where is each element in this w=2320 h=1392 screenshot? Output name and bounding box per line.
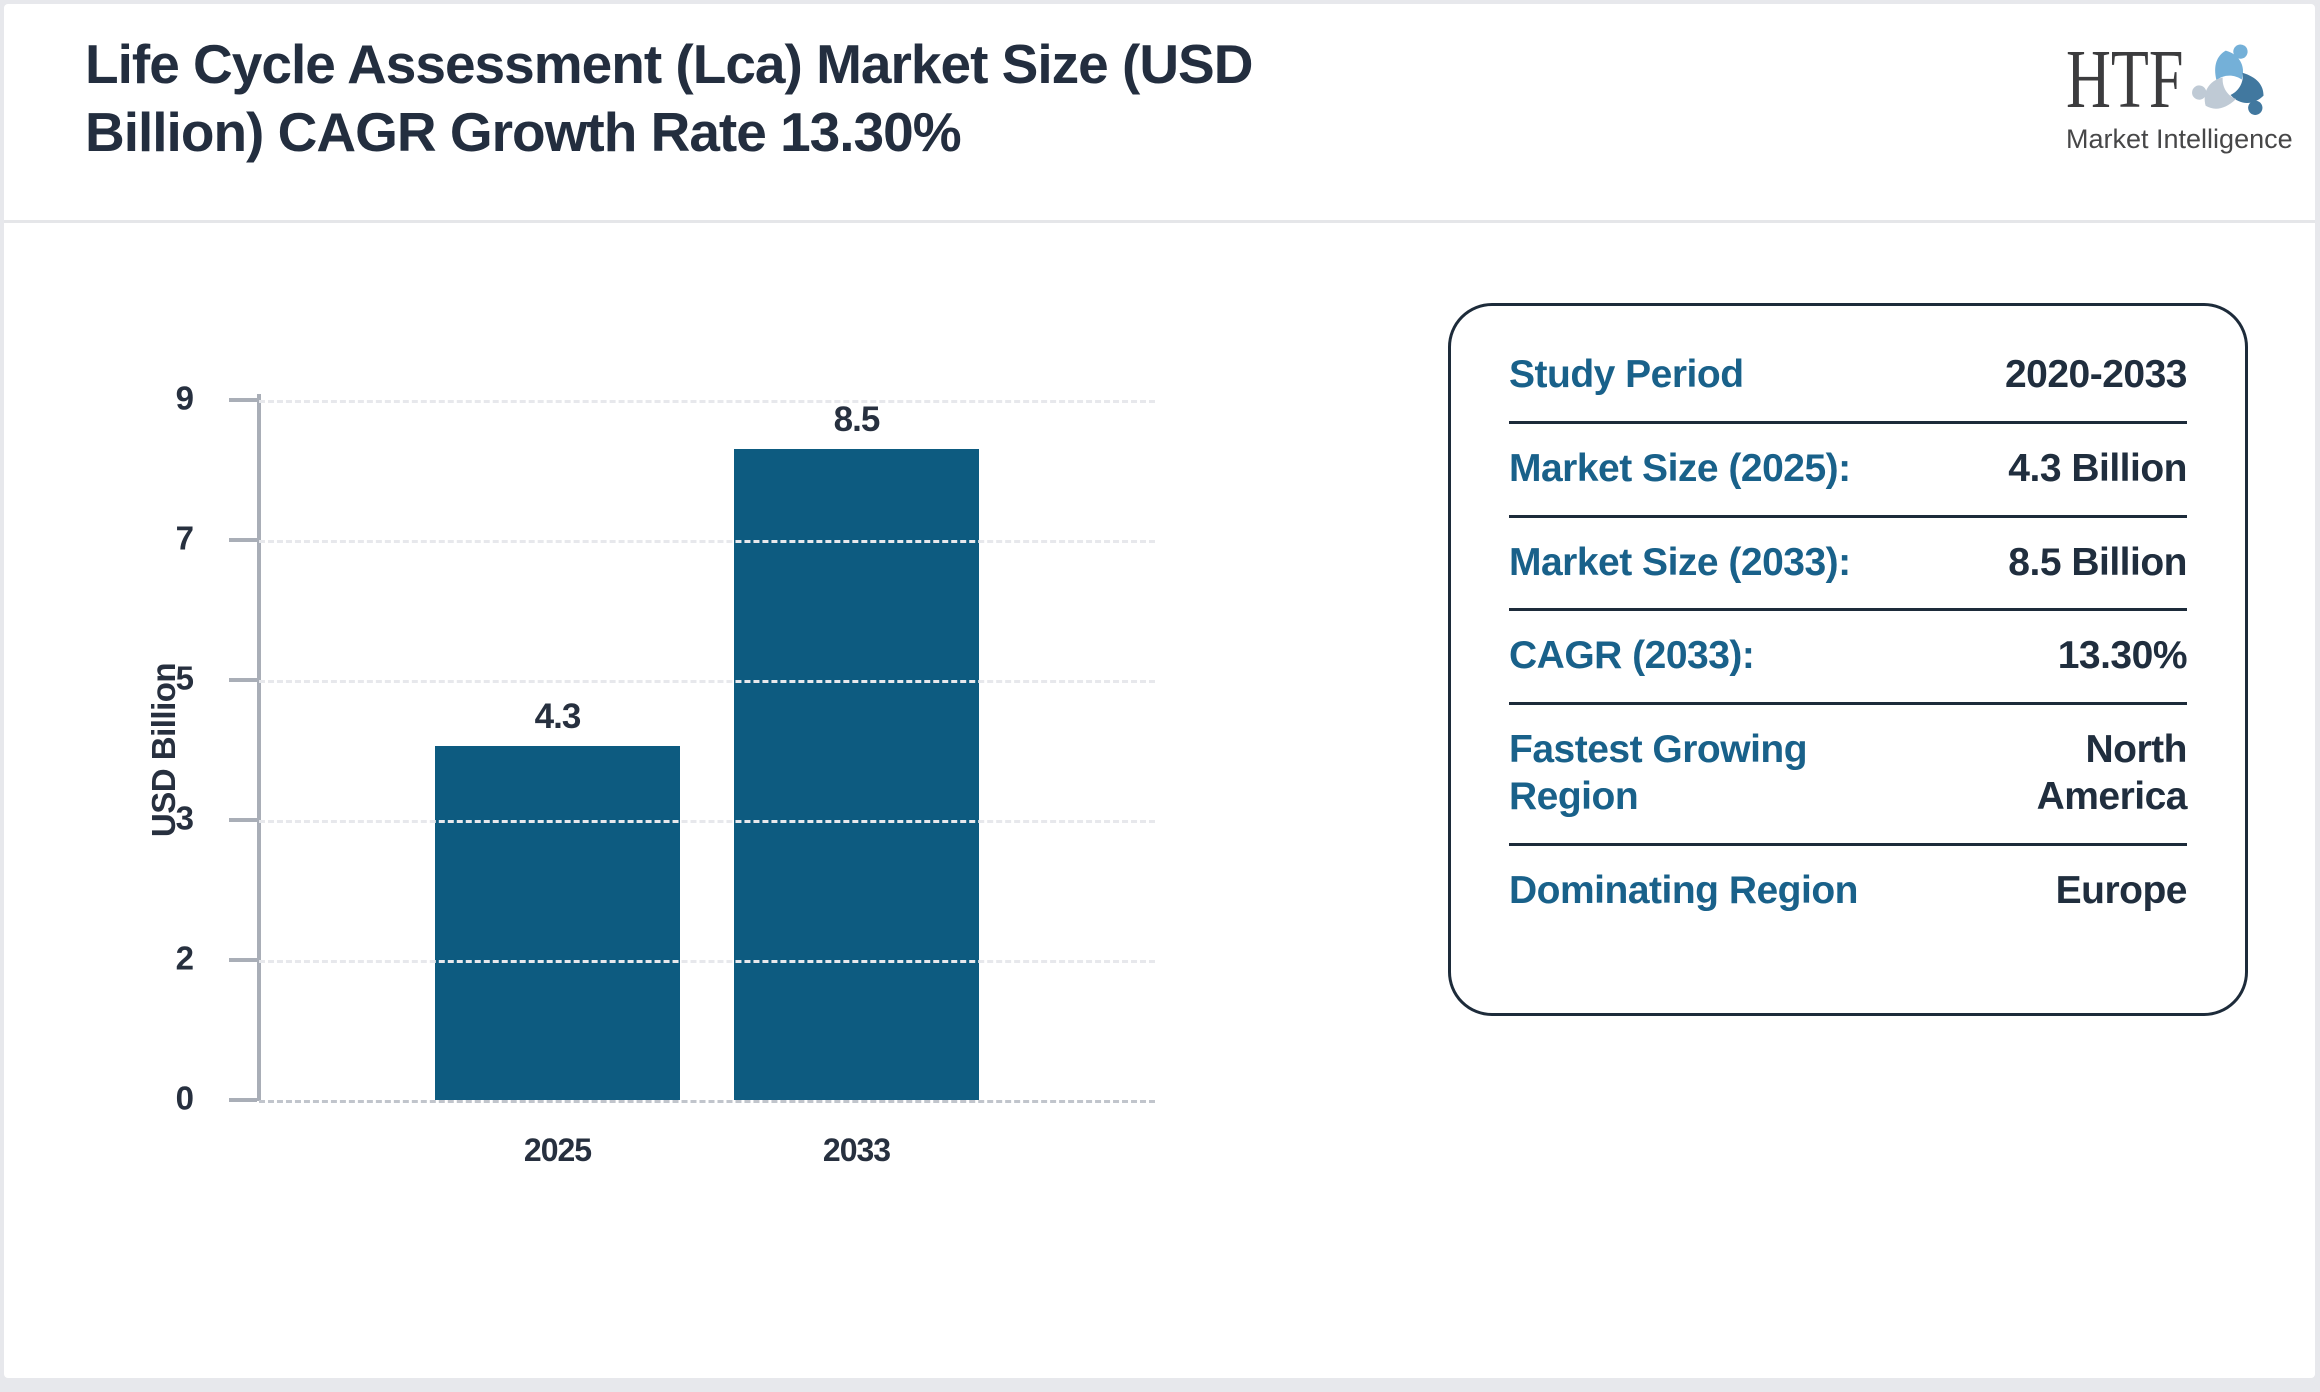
summary-row: CAGR (2033): 13.30% [1509,608,2188,702]
gridline [259,680,1155,683]
header-divider [4,220,2315,223]
htf-logo: HTF Market Intelligence [2066,34,2293,155]
summary-rows: Study Period 2020-2033 Market Size (2025… [1509,330,2188,937]
summary-row-value: 4.3 Billion [2008,446,2187,490]
gridline [259,400,1155,403]
summary-row: Market Size (2025): 4.3 Billion [1509,420,2187,515]
summary-row-label: Market Size (2033): [1509,540,1851,584]
summary-row-label: Dominating Region [1509,868,1858,912]
summary-row: Fastest Growing Region North America [1509,702,2188,843]
bar-value-label: 4.3 [534,696,582,736]
summary-row-label: Study Period [1509,353,1744,396]
summary-row: Market Size (2033): 8.5 Billion [1509,514,2187,609]
tick-mark [229,958,257,962]
summary-row: Dominating Region Europe [1509,842,2188,937]
bars: 4.3 2025 8.5 2033 [259,400,1155,1168]
bar [734,449,979,1100]
report-card: Life Cycle Assessment (Lca) Market Size … [4,4,2315,1378]
bar-group: 8.5 2033 [734,400,979,1168]
summary-row-value: Europe [2055,868,2188,912]
htf-logo-top: HTF [2066,34,2276,132]
page-title-line: Billion) CAGR Growth Rate 13.30% [85,101,962,163]
summary-row-value: 2020-2033 [2004,353,2188,396]
tick-label: 9 [175,379,194,417]
summary-row-value: 8.5 Billion [2008,540,2187,584]
tick-label: 7 [175,519,194,557]
plot-area: 4.3 2025 8.5 2033 9 7 5 3 2 0 [176,379,1155,1168]
htf-logo-subtitle: Market Intelligence [2066,124,2293,154]
htf-logo-brand: HTF [2066,33,2184,126]
gridline [259,960,1155,963]
summary-row-value: North America [2036,728,2188,818]
bar-group: 4.3 2025 [435,400,680,1168]
summary-row-label: Market Size (2025): [1509,446,1851,490]
summary-row: Study Period 2020-2033 [1509,330,2188,421]
bar-category-label: 2025 [523,1132,592,1168]
tick-mark [229,538,257,542]
tick-mark [229,398,257,402]
summary-row-label: CAGR (2033): [1509,634,1755,678]
tick-mark [229,818,257,822]
htf-logo-swirl-icon [2191,44,2264,115]
tick-label: 0 [175,1079,194,1117]
bar [435,745,680,1100]
summary-row-value: 13.30% [2057,634,2188,678]
tick-label: 2 [175,939,194,977]
tick-mark [229,1098,257,1102]
page-title: Life Cycle Assessment (Lca) Market Size … [85,30,1253,166]
tick-mark [229,678,257,682]
tick-label: 5 [175,659,194,697]
gridline [259,540,1155,543]
summary-panel: Study Period 2020-2033 Market Size (2025… [1448,303,2248,1016]
tick-label: 3 [175,799,194,837]
page-title-line: Life Cycle Assessment (Lca) Market Size … [85,33,1253,95]
summary-row-label: Fastest Growing Region [1509,728,1808,818]
gridline [259,820,1155,823]
bar-category-label: 2033 [822,1132,891,1168]
x-axis-baseline [259,1100,1155,1103]
bar-value-label: 8.5 [833,400,881,439]
